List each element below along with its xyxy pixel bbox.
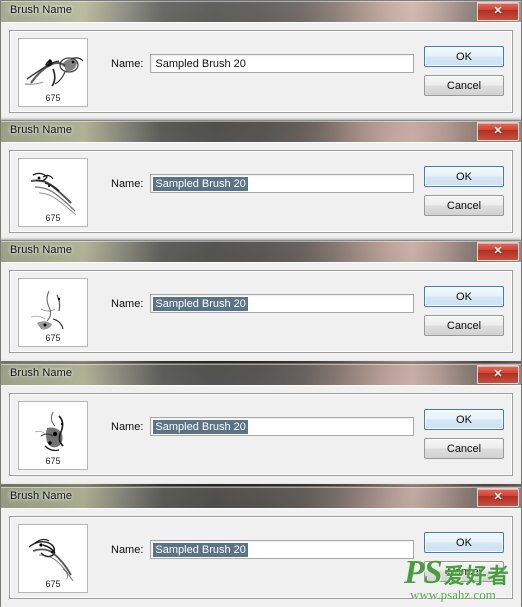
brush-size-label: 675 <box>45 213 61 223</box>
brush-name-field-row: Name: Sampled Brush 20 <box>88 38 414 73</box>
brush-thumbnail[interactable]: 675 <box>18 158 88 227</box>
brush-name-input[interactable]: Sampled Brush 20 <box>150 54 414 73</box>
ok-button[interactable]: OK <box>424 46 504 67</box>
dialog-window-frame: Brush Name ✕ 675 Name: Sampled Brush 20 … <box>0 363 522 484</box>
dialog-content-panel: 675 Name: Sampled Brush 20 OK Cancel <box>9 30 513 113</box>
cancel-button[interactable]: Cancel <box>424 438 504 459</box>
brush-name-value: Sampled Brush 20 <box>153 176 248 191</box>
ok-button-label: OK <box>456 290 472 303</box>
dialog-title: Brush Name <box>10 4 73 16</box>
ok-button[interactable]: OK <box>424 286 504 307</box>
brush-name-input[interactable]: Sampled Brush 20 <box>150 294 414 313</box>
dialog-window-frame: Brush Name ✕ 675 Name: Sampled Brush 20 … <box>0 0 522 121</box>
brush-name-field-row: Name: Sampled Brush 20 <box>88 524 414 559</box>
dialog-titlebar[interactable]: Brush Name ✕ <box>1 364 521 385</box>
name-label: Name: <box>111 57 144 70</box>
dialog-button-column: OK Cancel <box>424 401 504 459</box>
cancel-button[interactable]: Cancel <box>424 315 504 336</box>
close-glyph: ✕ <box>493 245 503 257</box>
name-label: Name: <box>111 420 144 433</box>
close-glyph: ✕ <box>493 5 503 17</box>
dialog-titlebar[interactable]: Brush Name ✕ <box>1 487 521 508</box>
brush-name-field-row: Name: Sampled Brush 20 <box>88 158 414 193</box>
dialog-title: Brush Name <box>10 124 73 136</box>
dialog-button-column: OK Cancel <box>424 38 504 96</box>
dialog-title: Brush Name <box>10 490 73 502</box>
brush-thumbnail[interactable]: 675 <box>18 38 88 107</box>
close-icon[interactable]: ✕ <box>477 2 519 21</box>
cancel-button-label: Cancel <box>446 199 482 212</box>
ok-button-label: OK <box>456 170 472 183</box>
dialog-content-panel: 675 Name: Sampled Brush 20 OK Cancel <box>9 393 513 476</box>
brush-name-dialog: Brush Name ✕ 675 Name: Sampled Brush 20 … <box>0 120 522 241</box>
dialog-window-frame: Brush Name ✕ 675 Name: Sampled Brush 20 … <box>0 486 522 607</box>
brush-size-label: 675 <box>45 579 61 589</box>
dialog-title: Brush Name <box>10 367 73 379</box>
dialog-window-frame: Brush Name ✕ 675 Name: Sampled Brush 20 … <box>0 240 522 361</box>
cancel-button-label: Cancel <box>446 442 482 455</box>
brush-name-value: Sampled Brush 20 <box>153 419 248 434</box>
dialog-titlebar[interactable]: Brush Name ✕ <box>1 1 521 22</box>
dialog-content-panel: 675 Name: Sampled Brush 20 OK Cancel <box>9 270 513 353</box>
dialog-titlebar[interactable]: Brush Name ✕ <box>1 241 521 262</box>
brush-name-dialog: Brush Name ✕ 675 Name: Sampled Brush 20 … <box>0 240 522 361</box>
dialog-content-panel: 675 Name: Sampled Brush 20 OK Cancel <box>9 150 513 233</box>
dialog-button-column: OK Cancel <box>424 158 504 216</box>
ok-button[interactable]: OK <box>424 166 504 187</box>
ok-button-label: OK <box>456 536 472 549</box>
dialog-body: 675 Name: Sampled Brush 20 OK Cancel <box>1 385 521 484</box>
dialog-window-frame: Brush Name ✕ 675 Name: Sampled Brush 20 … <box>0 120 522 241</box>
close-icon[interactable]: ✕ <box>477 242 519 261</box>
brush-name-input[interactable]: Sampled Brush 20 <box>150 174 414 193</box>
dialog-body: 675 Name: Sampled Brush 20 OK Cancel <box>1 508 521 607</box>
close-glyph: ✕ <box>493 368 503 380</box>
ok-button-label: OK <box>456 413 472 426</box>
cancel-button-label: Cancel <box>446 319 482 332</box>
dialog-title: Brush Name <box>10 244 73 256</box>
name-label: Name: <box>111 543 144 556</box>
cancel-button[interactable]: Cancel <box>424 561 504 582</box>
brush-thumbnail[interactable]: 675 <box>18 524 88 593</box>
name-label: Name: <box>111 297 144 310</box>
cancel-button-label: Cancel <box>446 79 482 92</box>
brush-size-label: 675 <box>45 93 61 103</box>
dialog-body: 675 Name: Sampled Brush 20 OK Cancel <box>1 22 521 121</box>
brush-name-value: Sampled Brush 20 <box>153 542 248 557</box>
dialog-body: 675 Name: Sampled Brush 20 OK Cancel <box>1 262 521 361</box>
brush-name-dialog: Brush Name ✕ 675 Name: Sampled Brush 20 … <box>0 0 522 121</box>
brush-name-dialog: Brush Name ✕ 675 Name: Sampled Brush 20 … <box>0 363 522 484</box>
close-icon[interactable]: ✕ <box>477 122 519 141</box>
cancel-button[interactable]: Cancel <box>424 195 504 216</box>
brush-thumbnail[interactable]: 675 <box>18 278 88 347</box>
ok-button[interactable]: OK <box>424 532 504 553</box>
brush-name-input[interactable]: Sampled Brush 20 <box>150 540 414 559</box>
close-icon[interactable]: ✕ <box>477 488 519 507</box>
brush-name-value: Sampled Brush 20 <box>155 57 246 70</box>
brush-name-field-row: Name: Sampled Brush 20 <box>88 278 414 313</box>
ok-button-label: OK <box>456 50 472 63</box>
close-glyph: ✕ <box>493 491 503 503</box>
brush-size-label: 675 <box>45 456 61 466</box>
brush-name-field-row: Name: Sampled Brush 20 <box>88 401 414 436</box>
brush-name-value: Sampled Brush 20 <box>153 296 248 311</box>
dialog-content-panel: 675 Name: Sampled Brush 20 OK Cancel <box>9 516 513 599</box>
close-icon[interactable]: ✕ <box>477 365 519 384</box>
name-label: Name: <box>111 177 144 190</box>
brush-thumbnail[interactable]: 675 <box>18 401 88 470</box>
brush-size-label: 675 <box>45 333 61 343</box>
brush-name-input[interactable]: Sampled Brush 20 <box>150 417 414 436</box>
close-glyph: ✕ <box>493 125 503 137</box>
dialog-button-column: OK Cancel <box>424 278 504 336</box>
dialog-body: 675 Name: Sampled Brush 20 OK Cancel <box>1 142 521 241</box>
cancel-button[interactable]: Cancel <box>424 75 504 96</box>
dialog-titlebar[interactable]: Brush Name ✕ <box>1 121 521 142</box>
brush-name-dialog: Brush Name ✕ 675 Name: Sampled Brush 20 … <box>0 486 522 607</box>
dialog-button-column: OK Cancel <box>424 524 504 582</box>
cancel-button-label: Cancel <box>446 565 482 578</box>
ok-button[interactable]: OK <box>424 409 504 430</box>
